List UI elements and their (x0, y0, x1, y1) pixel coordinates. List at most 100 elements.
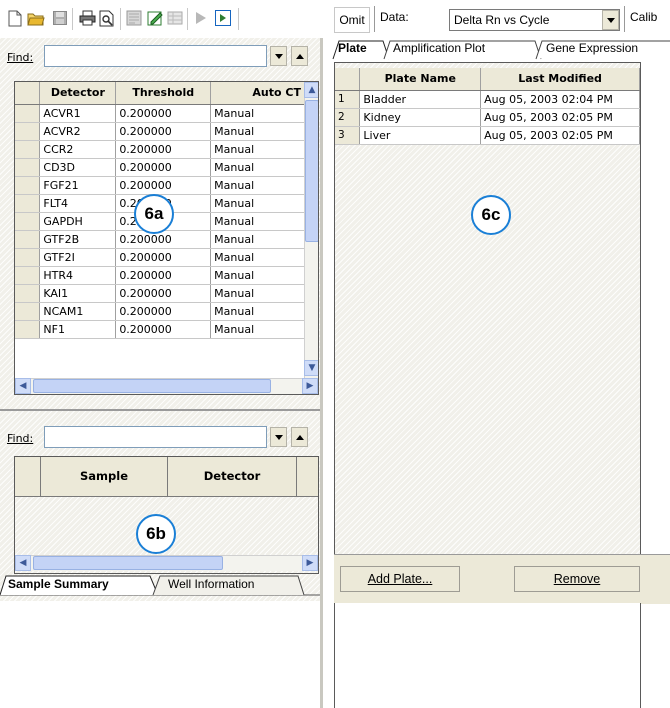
scrollbar-thumb[interactable] (33, 379, 271, 393)
row-header[interactable] (15, 230, 41, 249)
row-header[interactable] (15, 140, 41, 159)
table-cell[interactable]: Liver (359, 126, 482, 145)
row-header[interactable] (15, 194, 41, 213)
table-cell[interactable]: GAPDH (39, 212, 117, 231)
table-row[interactable]: NCAM1 0.200000 Manual (15, 302, 305, 321)
detector-table[interactable]: Detector Threshold Auto CT ACVR1 0.200000… (14, 81, 319, 395)
column-header-detector[interactable]: Detector (39, 82, 117, 105)
table-cell[interactable]: Manual (210, 158, 305, 177)
table-cell[interactable]: NF1 (39, 320, 117, 339)
column-header-threshold[interactable]: Threshold (115, 82, 212, 105)
table-cell[interactable]: Manual (210, 194, 305, 213)
table-row[interactable]: KAI1 0.200000 Manual (15, 284, 305, 303)
horizontal-splitter[interactable] (0, 409, 320, 411)
table-cell[interactable]: CCR2 (39, 140, 117, 159)
table-row[interactable]: GTF2I 0.200000 Manual (15, 248, 305, 267)
column-header-detector[interactable]: Detector (168, 469, 296, 483)
table-cell[interactable]: Aug 05, 2003 02:05 PM (480, 126, 640, 145)
table-cell[interactable]: Manual (210, 284, 305, 303)
table-cell[interactable]: NCAM1 (39, 302, 117, 321)
table-cell[interactable]: Manual (210, 266, 305, 285)
save-icon[interactable] (51, 8, 69, 28)
row-header[interactable] (15, 266, 41, 285)
column-header-auto-ct[interactable]: Auto CT (210, 82, 305, 105)
table-row[interactable]: ACVR2 0.200000 Manual (15, 122, 305, 141)
chevron-up-icon[interactable] (291, 46, 308, 66)
table-cell[interactable]: 0.200000 (115, 284, 212, 303)
print-preview-icon[interactable] (98, 8, 116, 28)
sample-find-input[interactable] (44, 426, 267, 448)
table-cell[interactable]: 0.200000 (115, 158, 212, 177)
scrollbar-thumb[interactable] (33, 556, 223, 570)
tab-well-information[interactable]: Well Information (168, 577, 254, 591)
scroll-down-icon[interactable]: ▼ (304, 360, 318, 376)
row-header[interactable] (15, 248, 41, 267)
table-view-icon[interactable] (166, 8, 184, 28)
table-cell[interactable]: 0.200000 (115, 104, 212, 123)
table-cell[interactable]: ACVR1 (39, 104, 117, 123)
report-icon[interactable] (125, 8, 143, 28)
table-row[interactable]: 2 Kidney Aug 05, 2003 02:05 PM (335, 108, 640, 127)
table-cell[interactable]: 0.200000 (115, 176, 212, 195)
omit-button[interactable]: Omit (334, 7, 370, 33)
table-cell[interactable]: GTF2B (39, 230, 117, 249)
table-cell[interactable]: CD3D (39, 158, 117, 177)
table-row[interactable]: NF1 0.200000 Manual (15, 320, 305, 339)
open-folder-icon[interactable] (27, 8, 45, 28)
scrollbar-thumb[interactable] (305, 100, 318, 242)
run-instrument-icon[interactable] (214, 8, 232, 28)
row-header[interactable]: 1 (335, 90, 361, 109)
scroll-up-icon[interactable]: ▲ (304, 82, 318, 98)
chevron-down-icon[interactable] (270, 46, 287, 66)
row-header[interactable] (15, 104, 41, 123)
table-cell[interactable]: Bladder (359, 90, 482, 109)
table-cell[interactable]: FLT4 (39, 194, 117, 213)
vertical-scrollbar[interactable]: ▲ ▼ (304, 82, 318, 378)
table-cell[interactable]: Manual (210, 212, 305, 231)
table-cell[interactable]: Manual (210, 248, 305, 267)
tab-sample-summary[interactable]: Sample Summary (8, 577, 109, 591)
table-cell[interactable]: Manual (210, 230, 305, 249)
table-row[interactable]: FGF21 0.200000 Manual (15, 176, 305, 195)
table-cell[interactable]: HTR4 (39, 266, 117, 285)
tab-plate[interactable]: Plate (338, 41, 367, 55)
table-cell[interactable]: KAI1 (39, 284, 117, 303)
table-row[interactable]: HTR4 0.200000 Manual (15, 266, 305, 285)
table-cell[interactable]: FGF21 (39, 176, 117, 195)
table-cell[interactable]: 0.200000 (115, 140, 212, 159)
sample-table[interactable]: Sample Detector ◀ ▶ (14, 456, 319, 574)
tab-gene-expression[interactable]: Gene Expression (546, 41, 638, 55)
row-header[interactable] (15, 158, 41, 177)
table-cell[interactable]: Manual (210, 320, 305, 339)
row-header[interactable] (15, 320, 41, 339)
table-cell[interactable]: 0.200000 (115, 230, 212, 249)
table-cell[interactable]: Aug 05, 2003 02:04 PM (480, 90, 640, 109)
data-select[interactable]: Delta Rn vs Cycle (449, 9, 620, 31)
remove-button[interactable]: Remove (514, 566, 640, 592)
row-header[interactable] (15, 212, 41, 231)
new-document-icon[interactable] (6, 8, 24, 28)
table-cell[interactable]: Manual (210, 140, 305, 159)
edit-document-icon[interactable] (146, 8, 164, 28)
table-row[interactable]: CCR2 0.200000 Manual (15, 140, 305, 159)
table-cell[interactable]: Manual (210, 302, 305, 321)
chevron-down-icon[interactable] (270, 427, 287, 447)
table-row[interactable]: 1 Bladder Aug 05, 2003 02:04 PM (335, 90, 640, 109)
chevron-down-icon[interactable] (602, 10, 619, 30)
table-cell[interactable]: GTF2I (39, 248, 117, 267)
row-header[interactable]: 3 (335, 126, 361, 145)
scroll-right-icon[interactable]: ▶ (302, 555, 318, 571)
chevron-up-icon[interactable] (291, 427, 308, 447)
scroll-left-icon[interactable]: ◀ (15, 555, 31, 571)
detector-find-input[interactable] (44, 45, 267, 67)
row-header[interactable] (15, 284, 41, 303)
tab-amplification-plot[interactable]: Amplification Plot (393, 41, 485, 55)
horizontal-scrollbar[interactable]: ◀ ▶ (15, 555, 318, 571)
table-cell[interactable]: 0.200000 (115, 266, 212, 285)
row-header[interactable] (15, 122, 41, 141)
play-icon[interactable] (192, 8, 210, 28)
scroll-left-icon[interactable]: ◀ (15, 378, 31, 394)
row-header[interactable] (15, 176, 41, 195)
table-cell[interactable]: Manual (210, 176, 305, 195)
column-header-plate-name[interactable]: Plate Name (359, 68, 482, 91)
